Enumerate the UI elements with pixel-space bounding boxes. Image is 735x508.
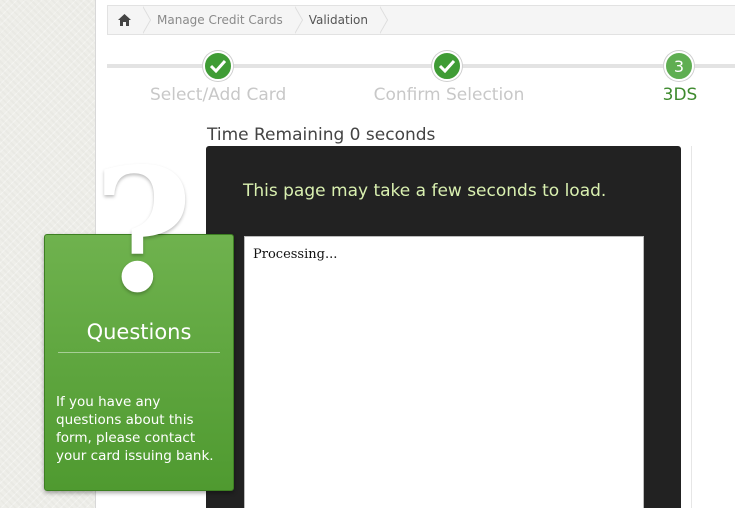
- step-1-indicator: [203, 51, 233, 81]
- step-progress-line: [107, 64, 735, 68]
- step-2-indicator: [432, 51, 462, 81]
- step-1-label: Select/Add Card: [150, 85, 287, 105]
- check-icon: [210, 59, 226, 73]
- questions-text: If you have any questions about this for…: [56, 394, 214, 464]
- 3ds-frame[interactable]: Processing...: [244, 236, 644, 508]
- questions-title: Questions: [86, 320, 192, 344]
- breadcrumb-label: Validation: [308, 13, 368, 27]
- breadcrumb-label: Manage Credit Cards: [157, 13, 283, 27]
- questions-divider: [58, 352, 220, 353]
- check-icon: [439, 59, 455, 73]
- breadcrumb-validation: Validation: [295, 6, 389, 34]
- loading-message: This page may take a few seconds to load…: [243, 181, 607, 201]
- time-remaining: Time Remaining 0 seconds: [207, 125, 436, 145]
- breadcrumb-manage-credit-cards[interactable]: Manage Credit Cards: [143, 6, 303, 34]
- processing-text: Processing...: [253, 247, 338, 262]
- divider: [691, 146, 692, 508]
- step-3-indicator: 3: [664, 51, 694, 81]
- step-3-number: 3: [673, 56, 685, 76]
- step-3-label: 3DS: [662, 85, 698, 105]
- breadcrumb: Manage Credit Cards Validation: [107, 5, 735, 35]
- home-icon: [118, 14, 131, 26]
- question-mark-icon: ?: [93, 131, 193, 331]
- step-2-label: Confirm Selection: [373, 85, 525, 105]
- breadcrumb-home[interactable]: [108, 6, 151, 34]
